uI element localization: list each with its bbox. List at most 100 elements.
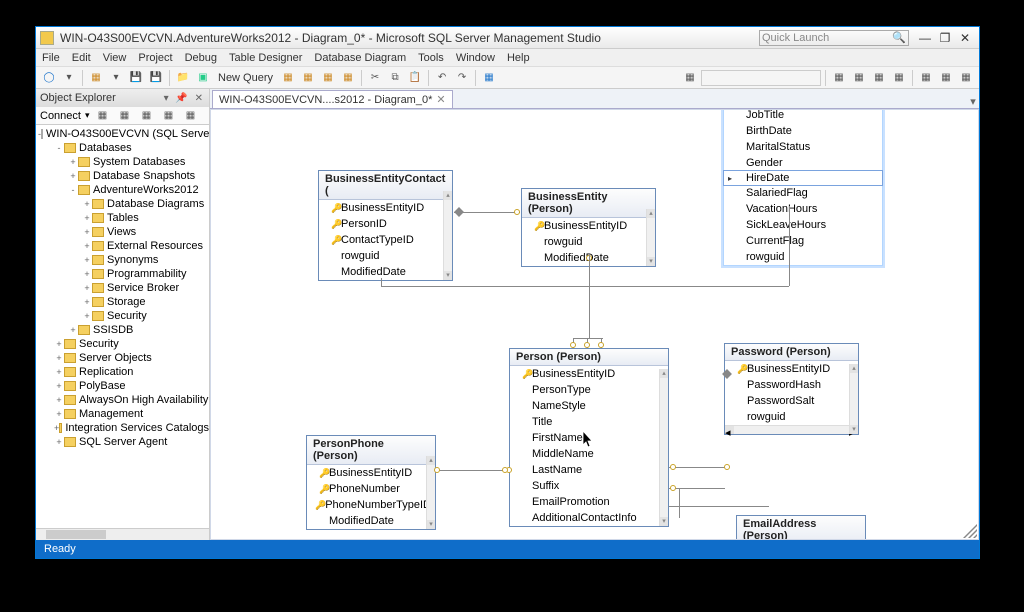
table-column[interactable]: PasswordHash: [725, 377, 858, 393]
undo-button[interactable]: ↶: [433, 69, 451, 87]
tab-diagram[interactable]: WIN-O43S00EVCVN....s2012 - Diagram_0* ✕: [212, 90, 453, 108]
close-button[interactable]: ✕: [955, 31, 975, 45]
table-column[interactable]: 🔑PhoneNumberTypeID: [307, 497, 435, 513]
table-title[interactable]: PersonPhone (Person): [307, 436, 435, 465]
table-column[interactable]: CurrentFlag: [724, 233, 882, 249]
tree-node[interactable]: +SQL Server Agent: [36, 435, 209, 449]
table-column[interactable]: rowguid: [724, 249, 882, 265]
table-v-scrollbar[interactable]: ▴▾: [659, 369, 668, 526]
table-title[interactable]: BusinessEntity (Person): [522, 189, 655, 218]
table-column[interactable]: LastName: [510, 462, 668, 478]
tree-node[interactable]: +Database Snapshots: [36, 169, 209, 183]
new-query-button[interactable]: ▣: [194, 69, 212, 87]
table-column[interactable]: PasswordSalt: [725, 393, 858, 409]
table-v-scrollbar[interactable]: ▴▾: [849, 364, 858, 434]
maximize-button[interactable]: ❐: [935, 31, 955, 45]
cut-button[interactable]: ✂: [366, 69, 384, 87]
menu-edit[interactable]: Edit: [72, 52, 91, 64]
menu-table-designer[interactable]: Table Designer: [229, 52, 302, 64]
tree-node[interactable]: +Programmability: [36, 267, 209, 281]
table-column[interactable]: FirstName: [510, 430, 668, 446]
tree-node[interactable]: +SSISDB: [36, 323, 209, 337]
tb-b[interactable]: ▦: [299, 69, 317, 87]
menu-project[interactable]: Project: [138, 52, 172, 64]
table-column[interactable]: 🔑BusinessEntityID: [307, 465, 435, 481]
table-column[interactable]: ▸HireDate: [723, 170, 883, 186]
table-column[interactable]: NameStyle: [510, 398, 668, 414]
table-employee[interactable]: JobTitleBirthDateMaritalStatusGender▸Hir…: [723, 109, 883, 266]
oe-tb-b[interactable]: ▦: [116, 107, 134, 125]
save-button[interactable]: 💾: [127, 69, 145, 87]
folder-button[interactable]: 📁: [174, 69, 192, 87]
table-column[interactable]: ModifiedDate: [307, 513, 435, 529]
tree-node[interactable]: +Security: [36, 337, 209, 351]
table-column[interactable]: MaritalStatus: [724, 139, 882, 155]
tree-node[interactable]: +PolyBase: [36, 379, 209, 393]
table-v-scrollbar[interactable]: ▴▾: [443, 191, 452, 280]
paste-button[interactable]: 📋: [406, 69, 424, 87]
table-h-scrollbar[interactable]: ◂▸: [725, 425, 858, 434]
tree-node[interactable]: +Security: [36, 309, 209, 323]
open-button[interactable]: ▦: [87, 69, 105, 87]
tree-node[interactable]: +AlwaysOn High Availability: [36, 393, 209, 407]
menu-help[interactable]: Help: [507, 52, 530, 64]
oe-tb-d[interactable]: ▦: [160, 107, 178, 125]
oe-tb-e[interactable]: ▦: [182, 107, 200, 125]
table-title[interactable]: Person (Person): [510, 349, 668, 366]
table-column[interactable]: 🔑ContactTypeID: [319, 232, 452, 248]
tb-i[interactable]: ▦: [870, 69, 888, 87]
tb-combo[interactable]: [701, 70, 821, 86]
table-column[interactable]: JobTitle: [724, 109, 882, 123]
copy-button[interactable]: ⧉: [386, 69, 404, 87]
tb-k[interactable]: ▦: [917, 69, 935, 87]
menu-debug[interactable]: Debug: [185, 52, 217, 64]
table-person[interactable]: Person (Person)🔑BusinessEntityIDPersonTy…: [509, 348, 669, 527]
tab-close-icon[interactable]: ✕: [436, 93, 445, 106]
tree-node[interactable]: +Service Broker: [36, 281, 209, 295]
table-column[interactable]: EmailPromotion: [510, 494, 668, 510]
menu-window[interactable]: Window: [456, 52, 495, 64]
menu-view[interactable]: View: [103, 52, 127, 64]
tb-c[interactable]: ▦: [319, 69, 337, 87]
table-column[interactable]: MiddleName: [510, 446, 668, 462]
tree-node[interactable]: -AdventureWorks2012: [36, 183, 209, 197]
table-column[interactable]: Gender: [724, 155, 882, 171]
panel-controls[interactable]: ▾ 📌 ✕: [164, 93, 205, 104]
table-email[interactable]: EmailAddress (Person): [736, 515, 866, 540]
table-bec[interactable]: BusinessEntityContact (🔑BusinessEntityID…: [318, 170, 453, 281]
table-title[interactable]: BusinessEntityContact (: [319, 171, 452, 200]
table-column[interactable]: 🔑PhoneNumber: [307, 481, 435, 497]
table-column[interactable]: AdditionalContactInfo: [510, 510, 668, 526]
oe-tb-a[interactable]: ▦: [94, 107, 112, 125]
minimize-button[interactable]: —: [915, 31, 935, 45]
tree-node[interactable]: +Database Diagrams: [36, 197, 209, 211]
table-title[interactable]: EmailAddress (Person): [737, 516, 865, 540]
title-bar[interactable]: WIN-O43S00EVCVN.AdventureWorks2012 - Dia…: [36, 27, 979, 49]
table-column[interactable]: BirthDate: [724, 123, 882, 139]
new-query-label[interactable]: New Query: [214, 72, 277, 84]
table-column[interactable]: 🔑BusinessEntityID: [522, 218, 655, 234]
table-column[interactable]: Suffix: [510, 478, 668, 494]
save-all-button[interactable]: 💾: [147, 69, 165, 87]
table-column[interactable]: SickLeaveHours: [724, 217, 882, 233]
tb-h[interactable]: ▦: [850, 69, 868, 87]
quick-launch-input[interactable]: Quick Launch 🔍: [759, 30, 909, 46]
table-column[interactable]: PersonType: [510, 382, 668, 398]
object-explorer-header[interactable]: Object Explorer ▾ 📌 ✕: [36, 89, 209, 107]
tabs-overflow-button[interactable]: ▾: [967, 95, 979, 108]
tb-j[interactable]: ▦: [890, 69, 908, 87]
nav-fwd-button[interactable]: ▾: [60, 69, 78, 87]
tb-f[interactable]: ▦: [681, 69, 699, 87]
tree-node[interactable]: +Views: [36, 225, 209, 239]
resize-grip[interactable]: [963, 524, 977, 538]
open-dd[interactable]: ▾: [107, 69, 125, 87]
menu-tools[interactable]: Tools: [418, 52, 444, 64]
table-pp[interactable]: PersonPhone (Person)🔑BusinessEntityID🔑Ph…: [306, 435, 436, 530]
diagram-canvas[interactable]: BusinessEntityContact ( 🔑BusinessEntityID…: [210, 109, 979, 540]
table-column[interactable]: 🔑PersonID: [319, 216, 452, 232]
table-column[interactable]: 🔑BusinessEntityID: [725, 361, 858, 377]
oe-tb-c[interactable]: ▦: [138, 107, 156, 125]
tree-node[interactable]: +Synonyms: [36, 253, 209, 267]
table-column[interactable]: rowguid: [319, 248, 452, 264]
menu-file[interactable]: File: [42, 52, 60, 64]
